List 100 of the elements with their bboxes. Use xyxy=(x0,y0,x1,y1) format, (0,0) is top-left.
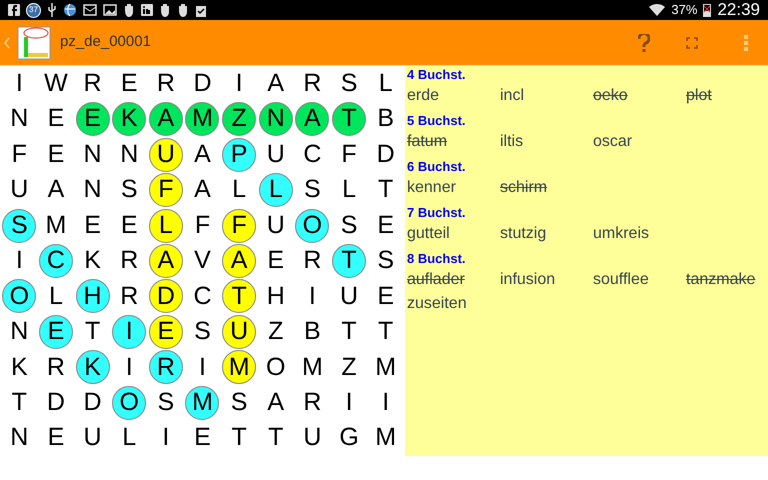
highlighted-letter[interactable]: R xyxy=(148,350,183,384)
grid-letter[interactable]: V xyxy=(194,242,211,280)
grid-letter[interactable]: I xyxy=(16,64,23,102)
grid-letter[interactable]: C xyxy=(303,136,322,174)
grid-letter[interactable]: L xyxy=(342,171,356,209)
grid-letter[interactable]: R xyxy=(303,242,322,280)
grid-letter[interactable]: M xyxy=(375,419,396,457)
grid-letter[interactable]: E xyxy=(377,206,394,244)
grid-letter[interactable]: U xyxy=(340,278,358,316)
grid-letter[interactable]: T xyxy=(12,384,27,422)
grid-letter[interactable]: A xyxy=(48,171,64,209)
highlighted-letter[interactable]: O xyxy=(295,208,330,242)
grid-letter[interactable]: L xyxy=(378,64,393,102)
highlighted-letter[interactable]: Z xyxy=(222,102,256,136)
highlighted-letter[interactable]: L xyxy=(148,208,183,242)
highlighted-letter[interactable]: P xyxy=(222,138,256,172)
highlighted-letter[interactable]: O xyxy=(112,386,146,420)
back-icon[interactable] xyxy=(4,36,10,48)
highlighted-letter[interactable]: A xyxy=(148,244,183,278)
grid-letter[interactable]: S xyxy=(194,313,211,351)
highlighted-letter[interactable]: E xyxy=(148,314,183,349)
grid-letter[interactable]: R xyxy=(46,348,65,386)
grid-letter[interactable]: T xyxy=(378,171,394,209)
grid-letter[interactable]: E xyxy=(84,206,101,244)
grid-letter[interactable]: S xyxy=(340,64,358,102)
grid-letter[interactable]: O xyxy=(266,348,286,386)
grid-letter[interactable]: F xyxy=(12,136,27,174)
grid-letter[interactable]: M xyxy=(46,206,66,244)
grid-letter[interactable]: D xyxy=(46,384,65,422)
grid-letter[interactable]: U xyxy=(10,171,28,209)
grid-letter[interactable]: N xyxy=(10,419,28,457)
grid-letter[interactable]: R xyxy=(156,64,175,102)
grid-letter[interactable]: D xyxy=(193,64,212,102)
grid-letter[interactable]: S xyxy=(158,384,174,422)
highlighted-letter[interactable]: F xyxy=(222,208,256,242)
highlighted-letter[interactable]: M xyxy=(185,386,220,420)
grid-letter[interactable]: I xyxy=(199,348,206,386)
highlighted-letter[interactable]: K xyxy=(76,350,110,384)
highlighted-letter[interactable]: A xyxy=(222,244,256,278)
highlighted-letter[interactable]: F xyxy=(148,173,183,208)
highlighted-letter[interactable]: K xyxy=(112,102,146,136)
grid-letter[interactable]: R xyxy=(303,64,322,102)
grid-letter[interactable]: U xyxy=(266,136,285,174)
grid-letter[interactable]: I xyxy=(162,419,170,457)
grid-letter[interactable]: S xyxy=(377,242,394,280)
highlighted-letter[interactable]: M xyxy=(222,350,256,384)
grid-letter[interactable]: K xyxy=(84,242,101,280)
grid-letter[interactable]: L xyxy=(48,278,63,316)
grid-letter[interactable]: F xyxy=(341,136,357,174)
grid-letter[interactable]: T xyxy=(268,419,284,457)
grid-letter[interactable]: T xyxy=(231,419,247,457)
grid-letter[interactable]: N xyxy=(10,100,28,138)
grid-letter[interactable]: M xyxy=(375,348,396,386)
grid-letter[interactable]: N xyxy=(120,136,138,174)
grid-letter[interactable]: E xyxy=(194,419,211,457)
grid-letter[interactable]: I xyxy=(382,384,390,422)
grid-letter[interactable]: T xyxy=(378,313,394,351)
grid-letter[interactable]: H xyxy=(266,278,285,316)
highlighted-letter[interactable]: E xyxy=(76,102,110,136)
grid-letter[interactable]: Z xyxy=(268,313,284,351)
highlighted-letter[interactable]: T xyxy=(222,279,256,314)
grid-letter[interactable]: I xyxy=(308,278,316,316)
grid-letter[interactable]: B xyxy=(304,313,321,351)
help-icon[interactable] xyxy=(638,34,650,52)
highlighted-letter[interactable]: M xyxy=(185,102,220,136)
grid-letter[interactable]: S xyxy=(340,206,358,244)
highlighted-letter[interactable]: A xyxy=(295,102,330,136)
grid-letter[interactable]: R xyxy=(84,64,102,102)
overflow-menu-icon[interactable] xyxy=(744,34,748,50)
highlighted-letter[interactable]: E xyxy=(38,314,73,349)
grid-letter[interactable]: E xyxy=(48,419,64,457)
grid-letter[interactable]: A xyxy=(194,136,211,174)
highlighted-letter[interactable]: L xyxy=(258,173,293,208)
grid-letter[interactable]: D xyxy=(376,136,395,174)
grid-letter[interactable]: R xyxy=(303,384,322,422)
grid-letter[interactable]: G xyxy=(339,419,359,457)
grid-letter[interactable]: A xyxy=(267,64,284,102)
grid-letter[interactable]: E xyxy=(377,278,394,316)
grid-letter[interactable]: M xyxy=(302,348,323,386)
grid-letter[interactable]: U xyxy=(303,419,322,457)
grid-letter[interactable]: T xyxy=(341,313,357,351)
grid-letter[interactable]: E xyxy=(120,206,138,244)
grid-letter[interactable]: I xyxy=(16,242,23,280)
grid-letter[interactable]: A xyxy=(267,384,284,422)
grid-letter[interactable]: Z xyxy=(341,348,357,386)
grid-letter[interactable]: N xyxy=(84,136,102,174)
highlighted-letter[interactable]: U xyxy=(222,314,256,349)
highlighted-letter[interactable]: I xyxy=(112,314,146,349)
grid-letter[interactable]: L xyxy=(122,419,136,457)
grid-letter[interactable]: C xyxy=(193,278,212,316)
grid-letter[interactable]: R xyxy=(120,242,138,280)
grid-letter[interactable]: S xyxy=(304,171,321,209)
grid-letter[interactable]: I xyxy=(236,64,243,102)
grid-letter[interactable]: R xyxy=(120,278,138,316)
highlighted-letter[interactable]: T xyxy=(332,102,366,136)
grid-letter[interactable]: K xyxy=(10,348,28,386)
grid-letter[interactable]: S xyxy=(120,171,138,209)
grid-letter[interactable]: E xyxy=(48,136,64,174)
grid-letter[interactable]: I xyxy=(126,348,133,386)
fullscreen-icon[interactable] xyxy=(686,36,698,48)
